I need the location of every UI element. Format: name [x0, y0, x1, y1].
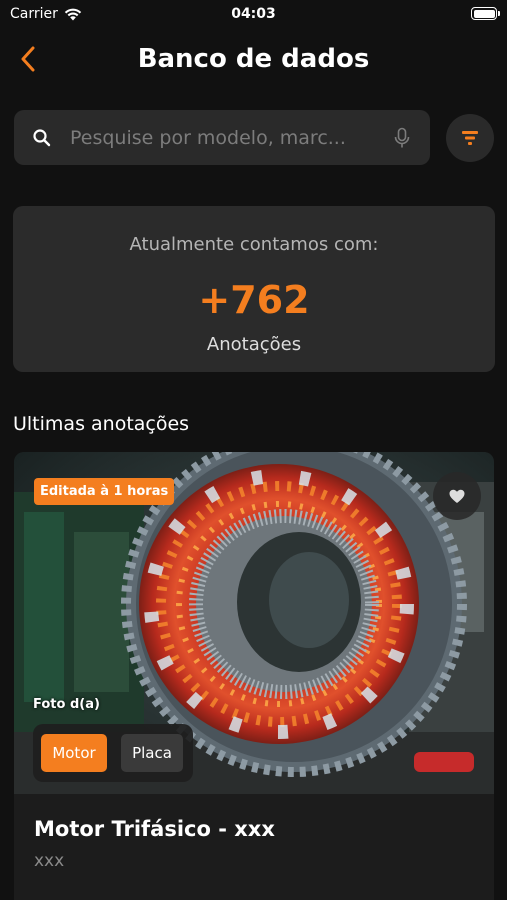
photo-tab-group: Motor Placa: [33, 724, 193, 782]
tab-placa[interactable]: Placa: [121, 734, 183, 772]
stats-label: Anotações: [206, 334, 302, 355]
battery-icon: [471, 7, 500, 20]
search-icon: [33, 128, 51, 146]
favorite-button[interactable]: [433, 472, 481, 520]
search-bar[interactable]: [14, 110, 430, 165]
photo-caption: Foto d(a): [33, 697, 100, 712]
annotation-card[interactable]: Editada à 1 horas Foto d(a) Motor Placa …: [14, 452, 494, 900]
stats-count: +762: [198, 278, 310, 322]
filter-button[interactable]: [446, 114, 494, 162]
filter-icon: [462, 131, 478, 145]
nav-header: Banco de dados: [0, 36, 507, 82]
heart-icon: [449, 489, 465, 503]
status-bar: Carrier 04:03: [0, 0, 507, 30]
stats-card: Atualmente contamos com: +762 Anotações: [13, 206, 495, 372]
annotation-title: Motor Trifásico - xxx: [34, 817, 275, 841]
search-input[interactable]: [70, 126, 382, 149]
mic-icon[interactable]: [392, 127, 412, 149]
annotation-subtitle: xxx: [34, 851, 65, 871]
edited-badge: Editada à 1 horas: [34, 478, 175, 505]
stats-caption: Atualmente contamos com:: [129, 234, 379, 255]
section-title: Ultimas anotações: [13, 413, 190, 435]
page-title: Banco de dados: [137, 44, 370, 74]
clock: 04:03: [231, 6, 276, 22]
tab-motor[interactable]: Motor: [41, 734, 107, 772]
